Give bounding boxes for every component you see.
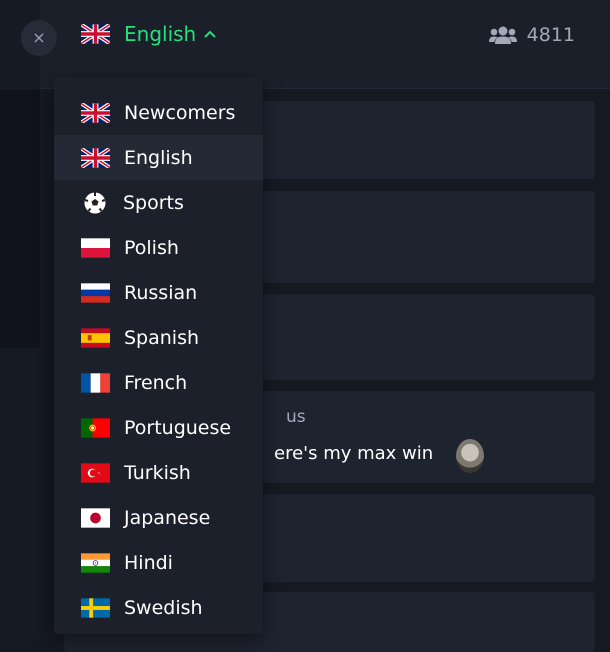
- dropdown-item-label: Hindi: [124, 551, 173, 574]
- dropdown-item-sports[interactable]: Sports: [54, 180, 263, 225]
- dropdown-item-label: Sports: [123, 191, 184, 214]
- dropdown-item-label: French: [124, 371, 188, 394]
- dropdown-item-label: Portuguese: [124, 416, 232, 439]
- dropdown-item-swedish[interactable]: Swedish: [54, 585, 263, 630]
- current-language-label: English: [124, 22, 197, 46]
- message-author[interactable]: us: [286, 407, 306, 427]
- poland-flag-icon: [81, 237, 110, 258]
- left-sidebar: [0, 0, 40, 634]
- spain-flag-icon: [81, 327, 110, 348]
- message-text: ere's my max win: [274, 443, 434, 464]
- dropdown-item-label: Spanish: [124, 326, 200, 349]
- online-count: 4811: [526, 24, 575, 46]
- sweden-flag-icon: [81, 597, 110, 618]
- users-icon: [488, 26, 517, 44]
- dropdown-item-newcomers[interactable]: Newcomers: [54, 90, 263, 135]
- soccer-ball-icon: [84, 192, 106, 213]
- uk-flag-icon: [81, 102, 110, 123]
- online-users-count: 4811: [488, 24, 575, 46]
- chevron-up-icon: [204, 30, 216, 38]
- dropdown-item-hindi[interactable]: Hindi: [54, 540, 263, 585]
- dropdown-item-label: Russian: [124, 281, 198, 304]
- dropdown-item-polish[interactable]: Polish: [54, 225, 263, 270]
- dropdown-item-russian[interactable]: Russian: [54, 270, 263, 315]
- dropdown-item-label: Newcomers: [124, 101, 236, 124]
- dropdown-item-label: English: [124, 146, 193, 169]
- dropdown-item-label: Turkish: [124, 461, 191, 484]
- dropdown-item-label: Swedish: [124, 596, 203, 619]
- dropdown-item-spanish[interactable]: Spanish: [54, 315, 263, 360]
- dropdown-item-french[interactable]: French: [54, 360, 263, 405]
- dropdown-item-label: Japanese: [124, 506, 211, 529]
- turkey-flag-icon: [81, 462, 110, 483]
- emote-avatar: [456, 439, 484, 473]
- dropdown-item-label: Polish: [124, 236, 179, 259]
- uk-flag-icon: [81, 147, 110, 168]
- close-button[interactable]: ×: [21, 20, 57, 56]
- language-selector-button[interactable]: English: [81, 22, 216, 46]
- japan-flag-icon: [81, 507, 110, 528]
- dropdown-item-turkish[interactable]: Turkish: [54, 450, 263, 495]
- france-flag-icon: [81, 372, 110, 393]
- russia-flag-icon: [81, 282, 110, 303]
- dropdown-item-japanese[interactable]: Japanese: [54, 495, 263, 540]
- uk-flag-icon: [81, 24, 110, 44]
- portugal-flag-icon: [81, 417, 110, 438]
- sidebar-panel: [0, 90, 40, 348]
- india-flag-icon: [81, 552, 110, 573]
- dropdown-item-english[interactable]: English: [54, 135, 263, 180]
- dropdown-item-portuguese[interactable]: Portuguese: [54, 405, 263, 450]
- language-dropdown: Newcomers English Sports Polish Russian …: [54, 77, 263, 634]
